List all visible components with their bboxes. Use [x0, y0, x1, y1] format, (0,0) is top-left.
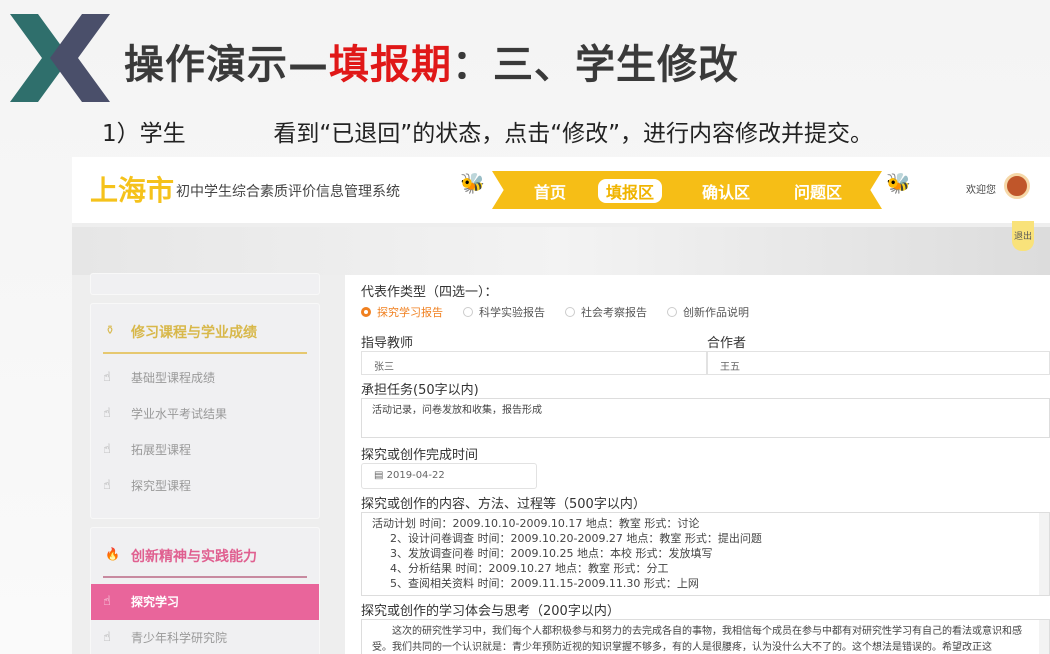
task-label: 承担任务(50字以内) — [361, 379, 1050, 398]
hand-icon: ☝ — [103, 432, 111, 468]
content-line: 2、设计问卷调查 时间：2009.10.20-2009.27 地点：教室 形式：… — [372, 531, 1039, 546]
type-radio-group: 探究学习报告 科学实验报告 社会考察报告 创新作品说明 — [361, 304, 1050, 320]
form-panel: 代表作类型（四选一）： 探究学习报告 科学实验报告 社会考察报告 创新作品说明 … — [345, 275, 1050, 654]
main-nav: 首页 填报区 确认区 问题区 — [492, 171, 882, 209]
content-line: 5、查阅相关资料 时间：2009.11.15-2009.11.30 形式：上网 — [372, 576, 1039, 591]
sidebar-group-innovation: 🔥创新精神与实践能力 ☝探究学习 ☝青少年科学研究院 — [90, 527, 320, 654]
nav-home[interactable]: 首页 — [534, 179, 566, 203]
content-line: 活动计划 时间：2009.10.10-2009.10.17 地点：教室 形式：讨… — [372, 516, 1039, 531]
sidebar-group-courses: ⚱修习课程与学业成绩 ☝基础型课程成绩 ☝学业水平考试结果 ☝拓展型课程 ☝探究… — [90, 303, 320, 519]
hand-icon: ☝ — [103, 620, 111, 654]
logout-button[interactable]: 退出 — [1012, 221, 1034, 251]
type-label: 代表作类型（四选一）： — [361, 281, 1050, 300]
header: 上海市 初中学生综合素质评价信息管理系统 🐝 首页 填报区 确认区 问题区 🐝 … — [72, 157, 1050, 223]
date-input[interactable]: ▤ 2019-04-22 — [361, 463, 537, 489]
city-logo: 上海市 — [90, 169, 174, 209]
sidebar-item[interactable]: ☝探究型课程 — [91, 468, 319, 504]
sidebar: ⚱修习课程与学业成绩 ☝基础型课程成绩 ☝学业水平考试结果 ☝拓展型课程 ☝探究… — [90, 275, 320, 654]
scrollbar[interactable] — [1039, 513, 1049, 595]
radio-type[interactable]: 社会考察报告 — [565, 304, 647, 320]
divider — [103, 576, 307, 578]
partner-label: 合作者 — [707, 332, 1050, 351]
slide-subtitle: 1）学生 看到“已退回”的状态，点击“修改”，进行内容修改并提交。 — [102, 114, 873, 148]
sidebar-group-collapsed — [90, 273, 320, 295]
system-name: 初中学生综合素质评价信息管理系统 — [176, 181, 400, 201]
content-line: 3、发放调查问卷 时间：2009.10.25 地点：本校 形式：发放填写 — [372, 546, 1039, 561]
teacher-label: 指导教师 — [361, 332, 707, 351]
hand-icon: ☝ — [103, 396, 111, 432]
calendar-icon: ▤ — [374, 470, 387, 481]
radio-type[interactable]: 创新作品说明 — [667, 304, 749, 320]
reflect-textarea[interactable]: 这次的研究性学习中，我们每个人都积极参与和努力的去完成各自的事物，我相信每个成员… — [361, 619, 1050, 654]
zigzag-divider — [72, 219, 1050, 227]
radio-type[interactable]: 科学实验报告 — [463, 304, 545, 320]
scrollbar[interactable] — [1039, 620, 1049, 654]
content-label: 探究或创作的内容、方法、过程等（500字以内） — [361, 493, 1050, 512]
nav-fill[interactable]: 填报区 — [598, 179, 662, 203]
radio-type[interactable]: 探究学习报告 — [361, 304, 443, 320]
teacher-input[interactable]: 张三 — [361, 351, 707, 375]
nav-confirm[interactable]: 确认区 — [702, 179, 750, 203]
nav-issues[interactable]: 问题区 — [794, 179, 842, 203]
partner-input[interactable]: 王五 — [707, 351, 1050, 375]
flame-icon: 🔥 — [105, 547, 120, 561]
hand-icon: ☝ — [103, 468, 111, 504]
logo-x-icon — [10, 14, 110, 102]
sidebar-item[interactable]: ☝学业水平考试结果 — [91, 396, 319, 432]
content-line: 4、分析结果 时间：2009.10.27 地点：教室 形式：分工 — [372, 561, 1039, 576]
divider — [103, 352, 307, 354]
avatar[interactable] — [1004, 173, 1030, 199]
vase-icon: ⚱ — [105, 323, 115, 337]
date-label: 探究或创作完成时间 — [361, 444, 1050, 463]
content-textarea[interactable]: 活动计划 时间：2009.10.10-2009.10.17 地点：教室 形式：讨… — [361, 512, 1050, 596]
bee-icon: 🐝 — [886, 171, 911, 195]
banner — [72, 227, 1050, 275]
welcome-text: 欢迎您 — [966, 181, 996, 196]
hand-icon: ☝ — [103, 584, 111, 620]
hand-icon: ☝ — [103, 360, 111, 396]
sidebar-item[interactable]: ☝青少年科学研究院 — [91, 620, 319, 654]
app-screenshot: 上海市 初中学生综合素质评价信息管理系统 🐝 首页 填报区 确认区 问题区 🐝 … — [72, 157, 1050, 654]
sidebar-group-title: ⚱修习课程与学业成绩 — [91, 304, 319, 352]
sidebar-item[interactable]: ☝基础型课程成绩 — [91, 360, 319, 396]
sidebar-group-title: 🔥创新精神与实践能力 — [91, 528, 319, 576]
reflect-label: 探究或创作的学习体会与思考（200字以内） — [361, 600, 1050, 619]
sidebar-item-active[interactable]: ☝探究学习 — [91, 584, 319, 620]
task-textarea[interactable]: 活动记录，问卷发放和收集，报告形成 — [361, 398, 1050, 438]
slide-title: 操作演示—填报期：三、学生修改 — [124, 32, 739, 90]
sidebar-item[interactable]: ☝拓展型课程 — [91, 432, 319, 468]
bee-icon: 🐝 — [460, 171, 485, 195]
